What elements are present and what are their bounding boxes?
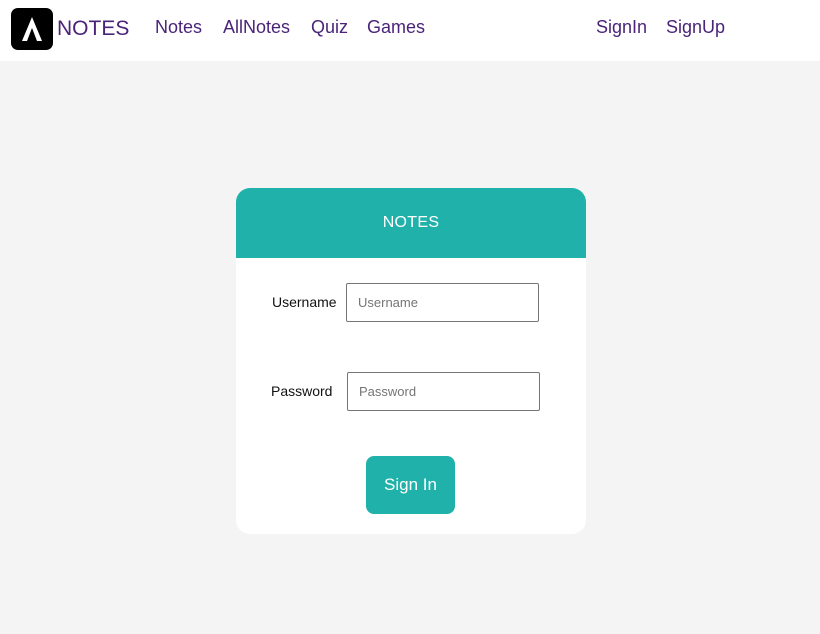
sign-in-button[interactable]: Sign In [366, 456, 455, 514]
nav-link-signin[interactable]: SignIn [596, 16, 647, 38]
nav-link-quiz[interactable]: Quiz [311, 16, 348, 38]
nav-link-signup[interactable]: SignUp [666, 16, 725, 38]
password-label: Password [271, 383, 333, 399]
login-card-header: NOTES [236, 188, 586, 258]
nav-link-allnotes[interactable]: AllNotes [223, 16, 290, 38]
password-input[interactable] [347, 372, 540, 411]
top-navbar: NOTES Notes AllNotes Quiz Games SignIn S… [0, 0, 820, 61]
login-card-title: NOTES [382, 214, 440, 231]
brand-name[interactable]: NOTES [57, 16, 129, 42]
username-label: Username [272, 294, 337, 310]
logo-icon[interactable] [11, 8, 53, 50]
login-card: NOTES Username Password Sign In [236, 188, 586, 534]
nav-link-notes[interactable]: Notes [155, 16, 202, 38]
nav-link-games[interactable]: Games [367, 16, 425, 38]
username-input[interactable] [346, 283, 539, 322]
